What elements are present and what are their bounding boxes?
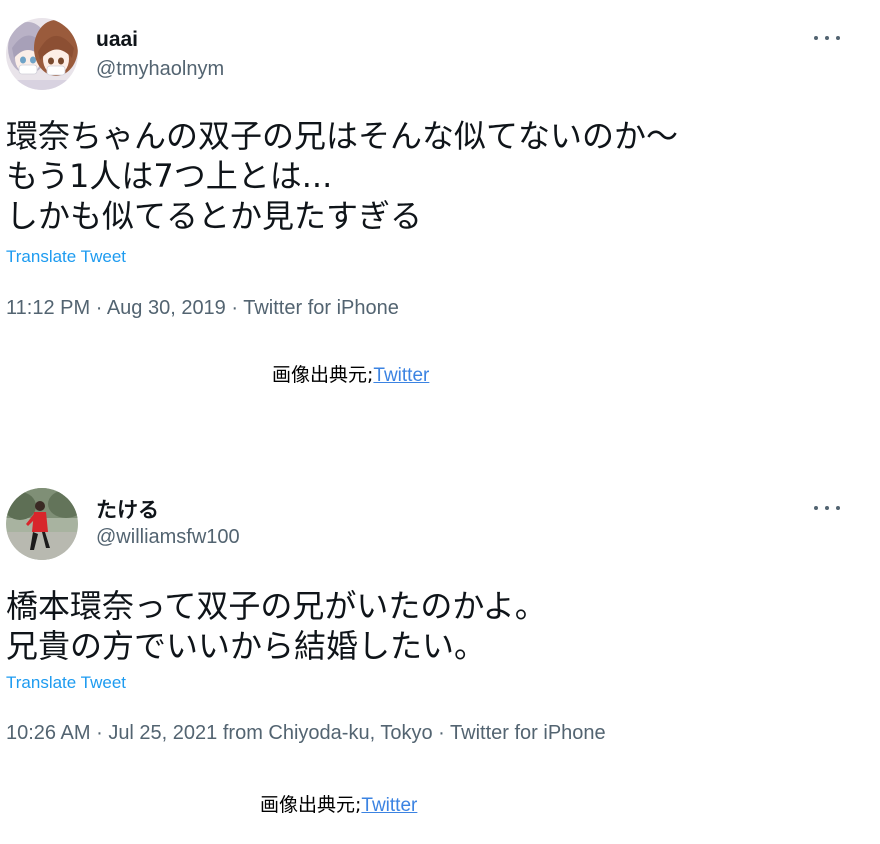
tweet-text-line: 兄貴の方でいいから結婚したい。 (6, 627, 487, 665)
display-name[interactable]: uaai (96, 28, 138, 52)
more-dot (836, 36, 840, 40)
source-credit-prefix: 画像出典元; (272, 364, 374, 386)
source-credit-prefix: 画像出典元; (260, 794, 362, 816)
tweet-date[interactable]: Aug 30, 2019 (107, 297, 226, 319)
user-handle[interactable]: @williamsfw100 (96, 526, 240, 549)
translate-tweet-link[interactable]: Translate Tweet (6, 673, 126, 693)
tweet-text-line: しかも似てるとか見たすぎる (6, 197, 423, 235)
more-dot (825, 36, 829, 40)
image-source-credit: 画像出典元;Twitter (272, 360, 429, 387)
user-avatar[interactable] (6, 18, 78, 90)
meta-separator: · (231, 297, 239, 319)
more-dot (825, 506, 829, 510)
image-source-credit: 画像出典元;Twitter (260, 790, 417, 817)
tweet-metadata: 11:12 PM · Aug 30, 2019 · Twitter for iP… (6, 297, 399, 320)
more-dot (836, 506, 840, 510)
more-options-button[interactable] (814, 498, 840, 518)
tweet-date[interactable]: Jul 25, 2021 (108, 722, 217, 744)
running-person-photo-avatar-icon (6, 488, 78, 560)
user-avatar[interactable] (6, 488, 78, 560)
tweet-metadata: 10:26 AM · Jul 25, 2021 from Chiyoda-ku,… (6, 722, 606, 745)
tweet-text-line: もう1人は7つ上とは... (6, 157, 333, 195)
anime-twin-girls-avatar-icon (6, 18, 78, 90)
source-link[interactable]: Twitter (361, 795, 417, 816)
meta-separator: · (95, 297, 103, 319)
tweet-client[interactable]: Twitter for iPhone (450, 722, 606, 744)
meta-separator: · (96, 722, 103, 744)
tweet-text-line: 橋本環奈って双子の兄がいたのかよ。 (6, 587, 547, 625)
more-options-button[interactable] (814, 28, 840, 48)
user-handle[interactable]: @tmyhaolnym (96, 58, 224, 81)
tweet-text: 環奈ちゃんの双子の兄はそんな似てないのか〜 もう1人は7つ上とは... しかも似… (6, 116, 678, 236)
tweet-time[interactable]: 11:12 PM (6, 297, 90, 319)
tweet-client[interactable]: Twitter for iPhone (243, 297, 399, 319)
tweet-text-line: 環奈ちゃんの双子の兄はそんな似てないのか〜 (6, 117, 679, 155)
tweet-location[interactable]: Chiyoda-ku, Tokyo (268, 722, 432, 744)
more-horizontal-icon (814, 506, 818, 510)
tweet-text: 橋本環奈って双子の兄がいたのかよ。 兄貴の方でいいから結婚したい。 (6, 586, 547, 666)
more-horizontal-icon (814, 36, 818, 40)
source-link[interactable]: Twitter (373, 365, 429, 386)
meta-separator: · (438, 722, 445, 744)
display-name[interactable]: たける (96, 494, 159, 524)
translate-tweet-link[interactable]: Translate Tweet (6, 247, 126, 267)
location-prefix: from (222, 722, 263, 744)
tweet-time[interactable]: 10:26 AM (6, 722, 91, 744)
